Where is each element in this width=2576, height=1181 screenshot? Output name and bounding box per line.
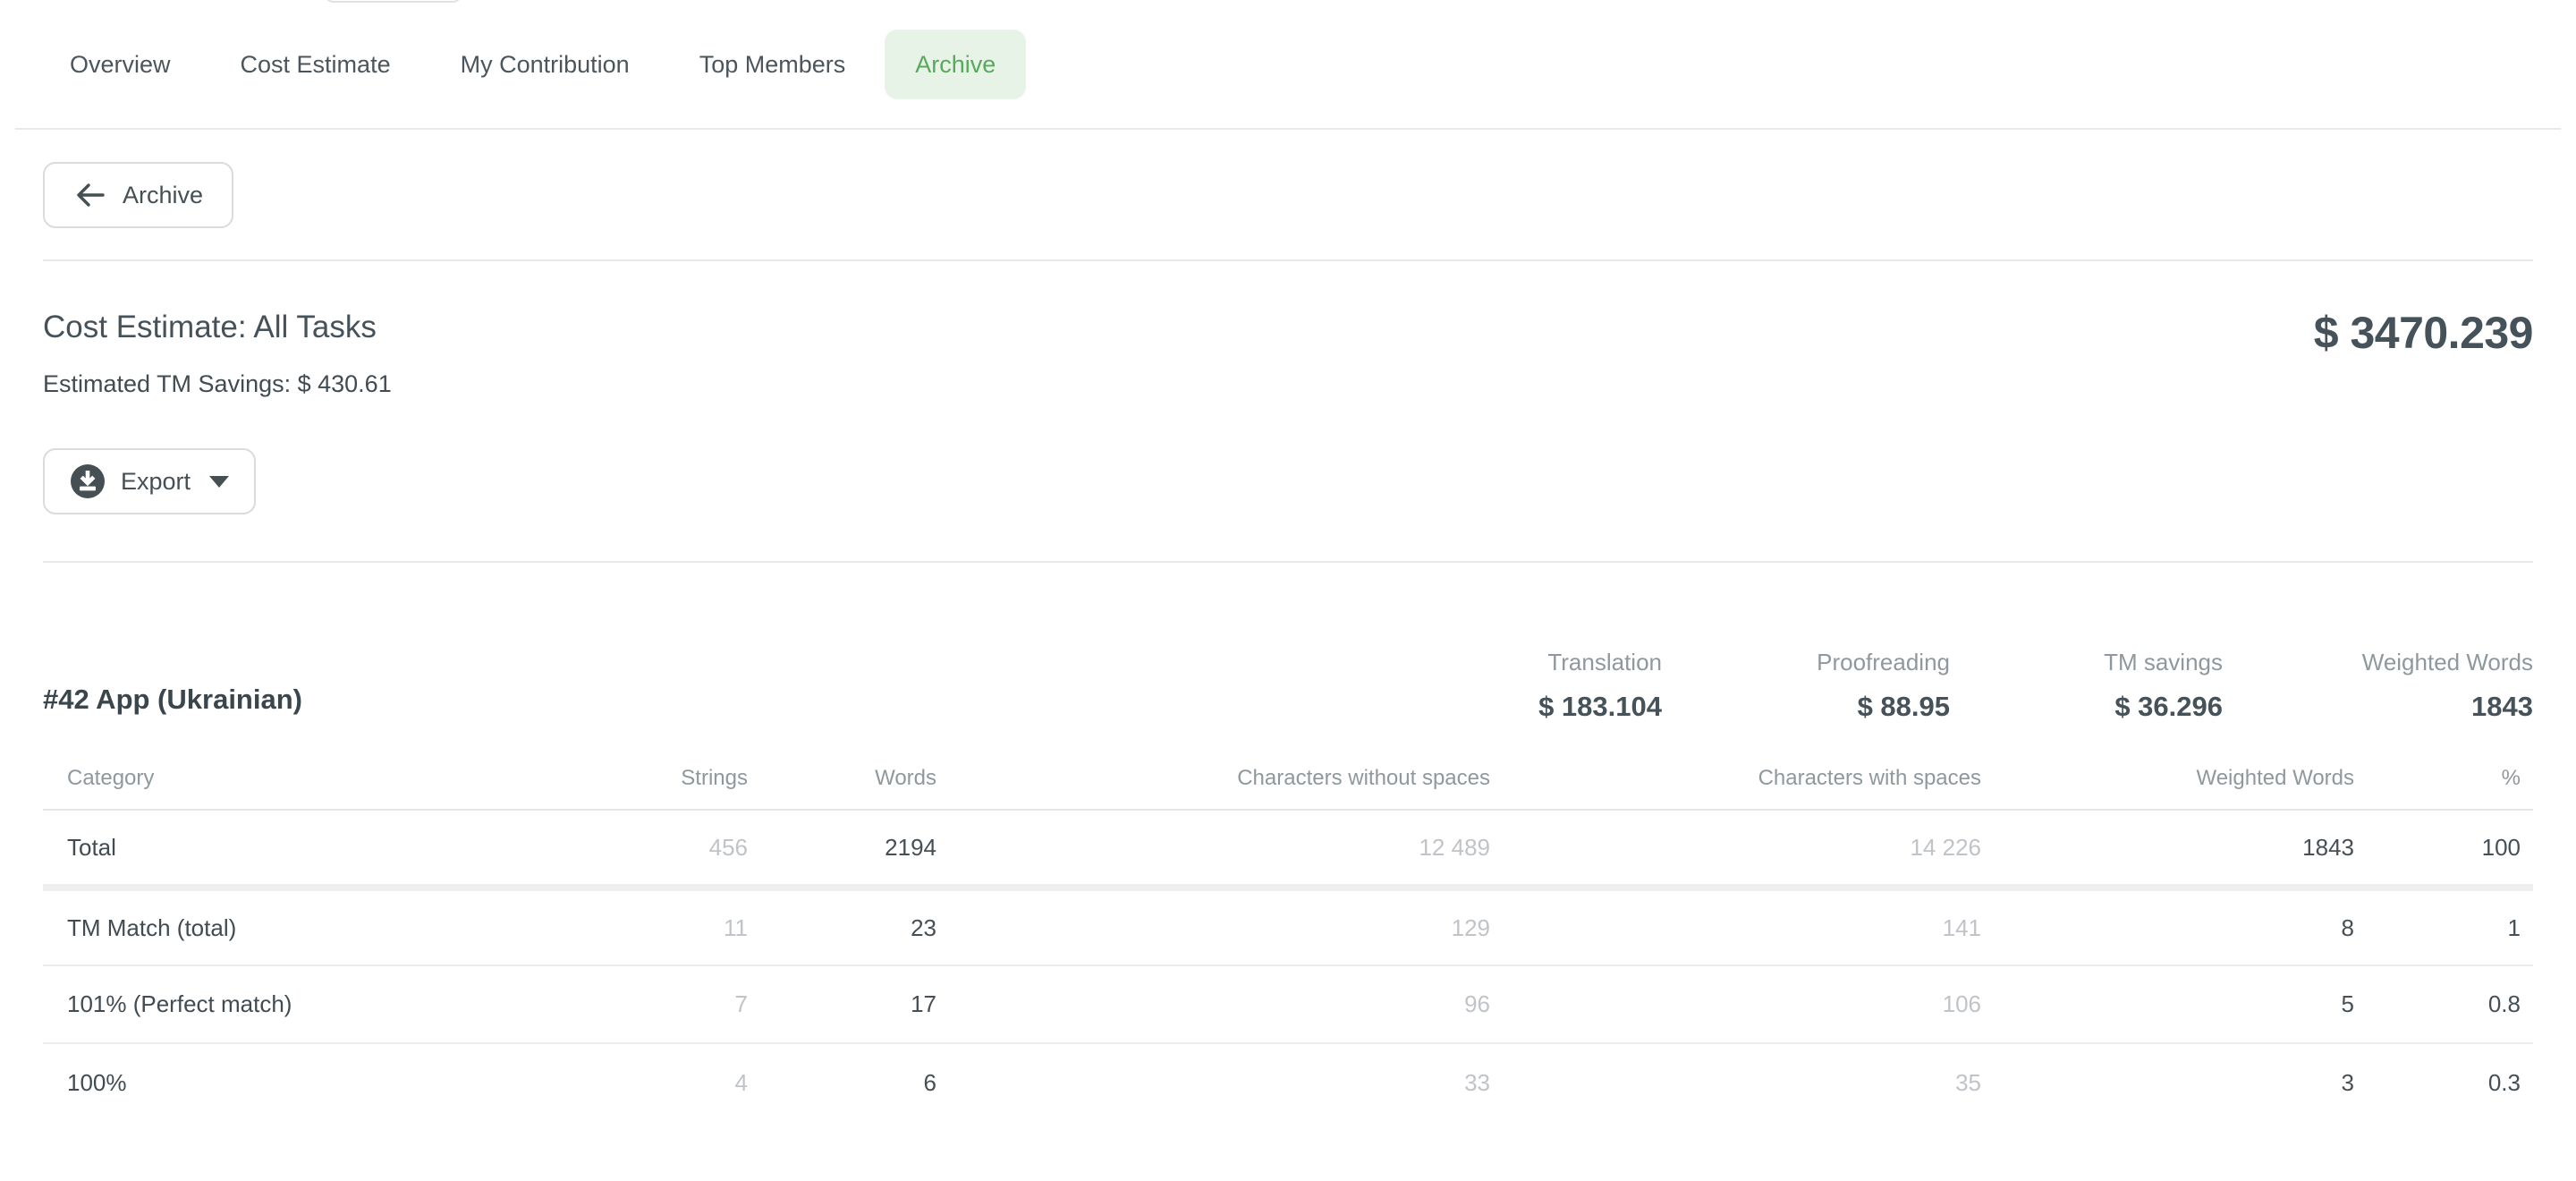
stat-value: 1843 xyxy=(2223,691,2533,723)
col-header-strings: Strings xyxy=(544,766,748,810)
col-header-words: Words xyxy=(748,766,936,810)
cell-chars-with-spaces: 106 xyxy=(1490,965,1981,1043)
cell-percent: 100 xyxy=(2354,810,2533,888)
cell-weighted-words: 1843 xyxy=(1981,810,2354,888)
cell-chars-with-spaces: 14 226 xyxy=(1490,810,1981,888)
tab-archive[interactable]: Archive xyxy=(885,30,1026,99)
cell-chars-without-spaces: 12 489 xyxy=(936,810,1490,888)
stat-value: $ 36.296 xyxy=(1950,691,2223,723)
cell-category: Total xyxy=(43,810,544,888)
project-cost-section: #42 App (Ukrainian) Translation $ 183.10… xyxy=(43,649,2533,1121)
stat-proofreading: Proofreading $ 88.95 xyxy=(1662,649,1950,723)
table-header-row: Category Strings Words Characters withou… xyxy=(43,766,2533,810)
stat-tm-savings: TM savings $ 36.296 xyxy=(1950,649,2223,723)
cell-words: 17 xyxy=(748,965,936,1043)
download-circle-icon xyxy=(70,463,106,499)
cell-chars-without-spaces: 96 xyxy=(936,965,1490,1043)
cell-strings: 456 xyxy=(544,810,748,888)
cell-weighted-words: 3 xyxy=(1981,1043,2354,1121)
section-divider xyxy=(43,259,2533,261)
stat-translation: Translation $ 183.104 xyxy=(1429,649,1662,723)
back-button-label: Archive xyxy=(123,182,203,209)
page-content: Archive Cost Estimate: All Tasks Estimat… xyxy=(43,162,2533,1121)
project-title: #42 App (Ukrainian) xyxy=(43,684,302,723)
table-row-tm-match: TM Match (total) 11 23 129 141 8 1 xyxy=(43,888,2533,965)
stat-label: TM savings xyxy=(1950,649,2223,676)
stat-value: $ 183.104 xyxy=(1429,691,1662,723)
tab-bar: Overview Cost Estimate My Contribution T… xyxy=(15,0,2561,130)
stat-value: $ 88.95 xyxy=(1662,691,1950,723)
total-cost-value: $ 3470.239 xyxy=(2314,306,2533,360)
cell-percent: 0.3 xyxy=(2354,1043,2533,1121)
cell-words: 2194 xyxy=(748,810,936,888)
cell-percent: 0.8 xyxy=(2354,965,2533,1043)
col-header-weighted-words: Weighted Words xyxy=(1981,766,2354,810)
stat-label: Weighted Words xyxy=(2223,649,2533,676)
cell-weighted-words: 8 xyxy=(1981,888,2354,965)
col-header-category: Category xyxy=(43,766,544,810)
export-button-label: Export xyxy=(121,468,191,496)
section-divider xyxy=(43,561,2533,563)
cell-chars-with-spaces: 35 xyxy=(1490,1043,1981,1121)
cell-strings: 4 xyxy=(544,1043,748,1121)
cell-words: 6 xyxy=(748,1043,936,1121)
cell-chars-without-spaces: 129 xyxy=(936,888,1490,965)
cell-weighted-words: 5 xyxy=(1981,965,2354,1043)
table-row-total: Total 456 2194 12 489 14 226 1843 100 xyxy=(43,810,2533,888)
cell-percent: 1 xyxy=(2354,888,2533,965)
cell-category: TM Match (total) xyxy=(43,888,544,965)
cell-chars-with-spaces: 141 xyxy=(1490,888,1981,965)
cutoff-popover-fragment xyxy=(325,0,462,3)
tab-cost-estimate[interactable]: Cost Estimate xyxy=(210,30,421,99)
cell-strings: 7 xyxy=(544,965,748,1043)
chevron-down-icon xyxy=(209,476,229,488)
project-stats: Translation $ 183.104 Proofreading $ 88.… xyxy=(1429,649,2533,723)
col-header-chars-with-spaces: Characters with spaces xyxy=(1490,766,1981,810)
cell-words: 23 xyxy=(748,888,936,965)
cost-estimate-table: Category Strings Words Characters withou… xyxy=(43,766,2533,1121)
tab-top-members[interactable]: Top Members xyxy=(669,30,877,99)
tab-my-contribution[interactable]: My Contribution xyxy=(430,30,660,99)
back-to-archive-button[interactable]: Archive xyxy=(43,162,233,228)
cell-chars-without-spaces: 33 xyxy=(936,1043,1490,1121)
table-row-perfect-match: 101% (Perfect match) 7 17 96 106 5 0.8 xyxy=(43,965,2533,1043)
page-title: Cost Estimate: All Tasks xyxy=(43,306,392,349)
export-button[interactable]: Export xyxy=(43,448,256,514)
stat-label: Proofreading xyxy=(1662,649,1950,676)
cell-category: 101% (Perfect match) xyxy=(43,965,544,1043)
stat-weighted-words: Weighted Words 1843 xyxy=(2223,649,2533,723)
tab-overview[interactable]: Overview xyxy=(39,30,201,99)
cell-strings: 11 xyxy=(544,888,748,965)
stat-label: Translation xyxy=(1429,649,1662,676)
tm-savings-line: Estimated TM Savings: $ 430.61 xyxy=(43,370,392,398)
cost-header-text: Cost Estimate: All Tasks Estimated TM Sa… xyxy=(43,306,392,398)
table-row-100-percent: 100% 4 6 33 35 3 0.3 xyxy=(43,1043,2533,1121)
col-header-percent: % xyxy=(2354,766,2533,810)
left-arrow-icon xyxy=(73,182,106,208)
cell-category: 100% xyxy=(43,1043,544,1121)
col-header-chars-without-spaces: Characters without spaces xyxy=(936,766,1490,810)
